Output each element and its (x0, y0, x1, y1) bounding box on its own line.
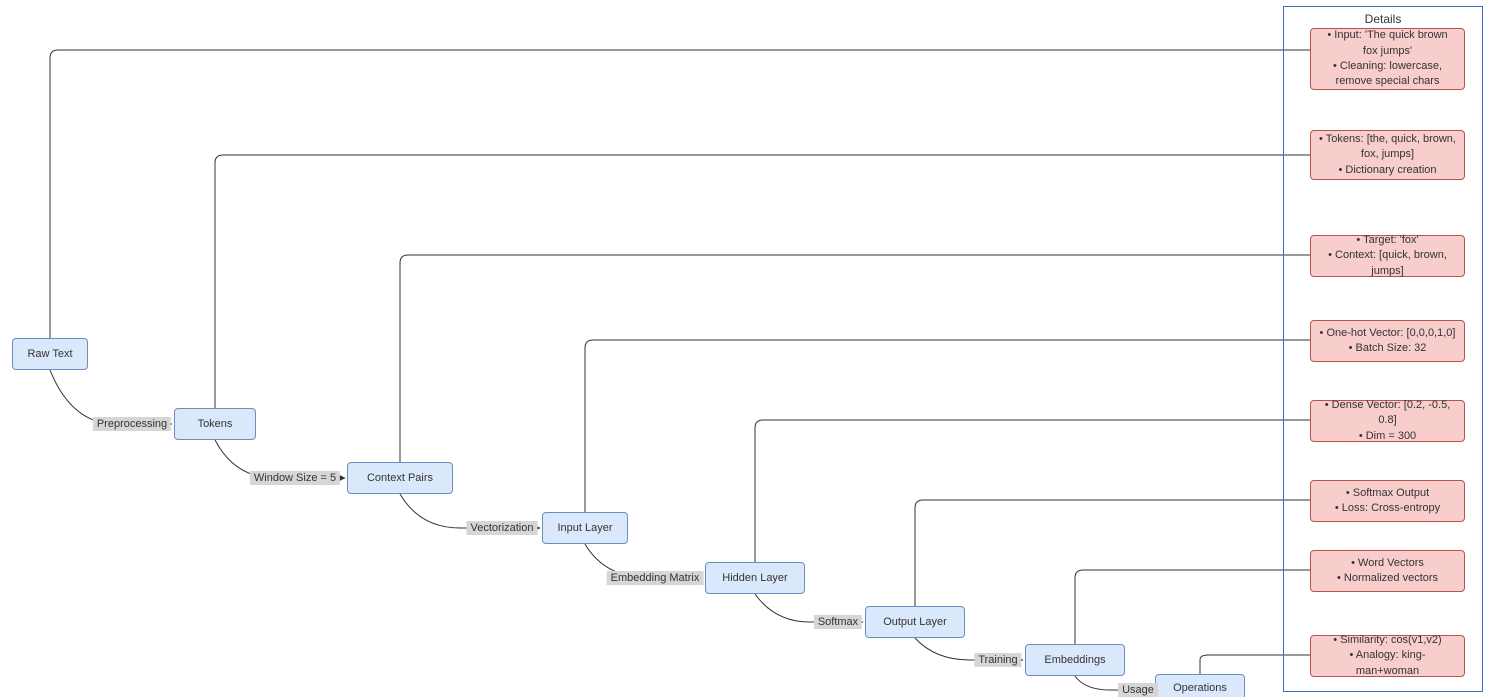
edge-label-preprocessing: Preprocessing (93, 417, 171, 431)
detail-raw-text: Input: 'The quick brown fox jumps' Clean… (1310, 28, 1465, 90)
details-panel-title: Details (1365, 12, 1402, 26)
edge-label-softmax: Softmax (814, 615, 862, 629)
node-raw-text[interactable]: Raw Text (12, 338, 88, 370)
node-label: Embeddings (1044, 654, 1105, 666)
edge-label-embed-matrix: Embedding Matrix (607, 571, 704, 585)
detail-line: Batch Size: 32 (1349, 341, 1427, 356)
detail-line: Dense Vector: [0.2, -0.5, 0.8] (1319, 398, 1456, 429)
detail-line: Similarity: cos(v1,v2) (1333, 633, 1441, 648)
node-label: Context Pairs (367, 472, 433, 484)
detail-line: Normalized vectors (1337, 571, 1438, 586)
edge-label-usage: Usage (1118, 683, 1158, 697)
node-label: Output Layer (883, 616, 947, 628)
detail-context: Target: 'fox' Context: [quick, brown, ju… (1310, 235, 1465, 277)
detail-output: Softmax Output Loss: Cross-entropy (1310, 480, 1465, 522)
detail-line: Context: [quick, brown, jumps] (1319, 248, 1456, 279)
node-embeddings[interactable]: Embeddings (1025, 644, 1125, 676)
detail-line: Tokens: [the, quick, brown, fox, jumps] (1319, 132, 1456, 163)
detail-tokens: Tokens: [the, quick, brown, fox, jumps] … (1310, 130, 1465, 180)
detail-line: Input: 'The quick brown fox jumps' (1319, 28, 1456, 59)
detail-embeddings: Word Vectors Normalized vectors (1310, 550, 1465, 592)
detail-line: Cleaning: lowercase, remove special char… (1319, 59, 1456, 90)
detail-line: Loss: Cross-entropy (1335, 501, 1440, 516)
detail-line: Dictionary creation (1338, 163, 1436, 178)
detail-line: Dim = 300 (1359, 429, 1416, 444)
node-tokens[interactable]: Tokens (174, 408, 256, 440)
node-label: Tokens (198, 418, 233, 430)
detail-input: One-hot Vector: [0,0,0,1,0] Batch Size: … (1310, 320, 1465, 362)
node-output-layer[interactable]: Output Layer (865, 606, 965, 638)
edge-label-training: Training (974, 653, 1021, 667)
detail-line: Analogy: king-man+woman (1319, 648, 1456, 679)
node-input-layer[interactable]: Input Layer (542, 512, 628, 544)
node-operations[interactable]: Operations (1155, 674, 1245, 697)
edge-label-vectorization: Vectorization (467, 521, 538, 535)
detail-line: Softmax Output (1346, 486, 1429, 501)
detail-hidden: Dense Vector: [0.2, -0.5, 0.8] Dim = 300 (1310, 400, 1465, 442)
edge-label-window: Window Size = 5 (250, 471, 340, 485)
detail-line: One-hot Vector: [0,0,0,1,0] (1320, 326, 1456, 341)
node-label: Hidden Layer (722, 572, 787, 584)
node-label: Operations (1173, 682, 1227, 694)
node-hidden-layer[interactable]: Hidden Layer (705, 562, 805, 594)
node-label: Raw Text (27, 348, 72, 360)
node-context-pairs[interactable]: Context Pairs (347, 462, 453, 494)
node-label: Input Layer (557, 522, 612, 534)
detail-line: Word Vectors (1351, 556, 1424, 571)
detail-line: Target: 'fox' (1356, 233, 1418, 248)
detail-operations: Similarity: cos(v1,v2) Analogy: king-man… (1310, 635, 1465, 677)
